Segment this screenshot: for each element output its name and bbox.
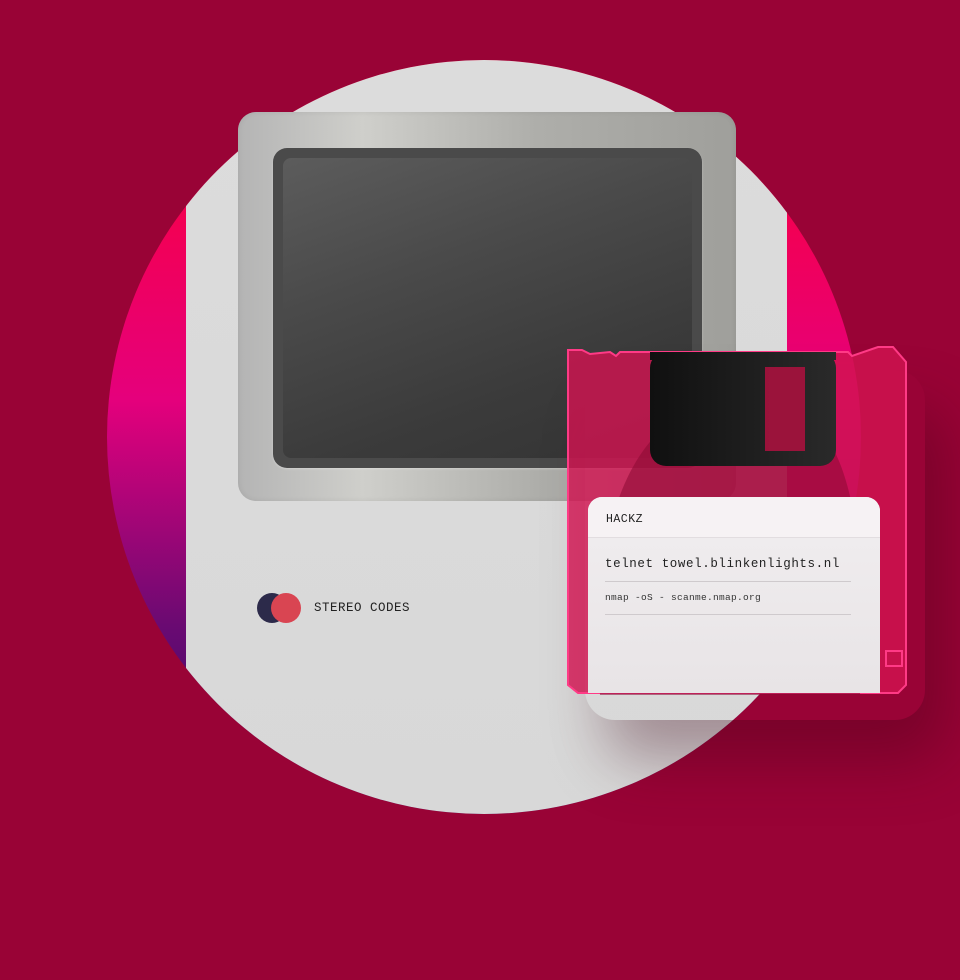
brand-name: STEREO CODES	[314, 601, 411, 615]
shutter-window	[765, 367, 805, 451]
label-rule	[605, 614, 851, 615]
label-title: HACKZ	[606, 513, 644, 526]
logo-red-circle	[271, 593, 301, 623]
floppy-label: HACKZ telnet towel.blinkenlights.nl nmap…	[588, 497, 880, 693]
brand: STEREO CODES	[257, 592, 410, 624]
label-rule	[605, 581, 851, 582]
label-line: telnet towel.blinkenlights.nl	[605, 557, 840, 571]
illustration: STEREO CODES HACKZ telnet towel.blinkenl…	[0, 0, 960, 980]
label-line: nmap -oS - scanme.nmap.org	[605, 592, 762, 603]
floppy-shutter	[650, 352, 836, 466]
brand-logo	[257, 592, 301, 624]
